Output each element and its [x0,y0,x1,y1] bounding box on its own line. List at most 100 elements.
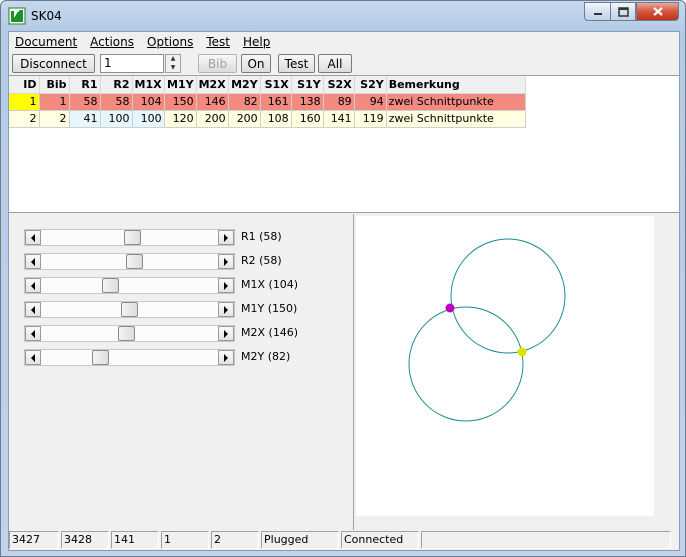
col-header-id[interactable]: ID [9,76,40,94]
scroll-left-button[interactable] [25,254,41,269]
slider-label: M1X (104) [241,278,299,291]
col-header-s1y[interactable]: S1Y [291,76,324,94]
table-row[interactable]: 1 1 58 58 104 150 146 82 161 138 89 94 z… [9,93,526,111]
cell-s2y[interactable]: 94 [354,93,387,111]
cell-m1x[interactable]: 100 [132,110,165,128]
intersection-point-2 [517,347,527,357]
cell-s2x[interactable]: 89 [323,93,355,111]
data-grid-panel: ID Bib R1 R2 M1X M1Y M2X M2Y S1X S1Y S2X… [9,75,679,213]
scroll-thumb[interactable] [102,278,119,293]
scrollbar[interactable] [24,253,235,270]
cell-id[interactable]: 1 [9,93,40,111]
cell-s1x[interactable]: 108 [260,110,292,128]
on-button[interactable]: On [241,54,271,73]
menu-test[interactable]: Test [206,35,230,49]
cell-m1y[interactable]: 150 [164,93,197,111]
scroll-left-button[interactable] [25,302,41,317]
cell-bemerkung[interactable]: zwei Schnittpunkte [386,93,526,111]
slider-m2x[interactable]: M2X (146) [24,325,334,343]
scroll-left-button[interactable] [25,326,41,341]
scroll-right-button[interactable] [218,230,234,245]
scroll-thumb[interactable] [126,254,143,269]
scroll-thumb[interactable] [92,350,109,365]
arrow-right-icon [224,305,228,314]
col-header-m1y[interactable]: M1Y [164,76,197,94]
col-header-r2[interactable]: R2 [100,76,133,94]
col-header-r1[interactable]: R1 [69,76,101,94]
col-header-bemerkung[interactable]: Bemerkung [386,76,526,94]
col-header-m1x[interactable]: M1X [132,76,165,94]
col-header-m2y[interactable]: M2Y [228,76,261,94]
menu-help[interactable]: Help [243,35,270,49]
drawing-canvas[interactable] [356,216,654,516]
scroll-thumb[interactable] [124,230,141,245]
scroll-right-button[interactable] [218,326,234,341]
slider-label: R2 (58) [241,254,282,267]
scrollbar[interactable] [24,325,235,342]
cell-r2[interactable]: 100 [100,110,133,128]
bib-button[interactable]: Bib [198,54,237,73]
slider-m1x[interactable]: M1X (104) [24,277,334,295]
cell-id[interactable]: 2 [9,110,40,128]
scroll-left-button[interactable] [25,278,41,293]
scrollbar[interactable] [24,229,235,246]
cell-s2x[interactable]: 141 [323,110,355,128]
minimize-button[interactable] [584,2,610,21]
cell-r1[interactable]: 41 [69,110,101,128]
minimize-icon [593,12,602,15]
col-header-s1x[interactable]: S1X [260,76,292,94]
close-button[interactable] [636,2,679,21]
cell-m1y[interactable]: 120 [164,110,197,128]
scroll-thumb[interactable] [121,302,138,317]
cell-bib[interactable]: 2 [39,110,70,128]
scroll-right-button[interactable] [218,254,234,269]
menu-document[interactable]: Document [15,35,77,49]
spin-down-icon[interactable]: ▼ [166,64,180,73]
col-header-s2x[interactable]: S2X [323,76,355,94]
cell-bib[interactable]: 1 [39,93,70,111]
cell-m2y[interactable]: 82 [228,93,261,111]
data-grid: ID Bib R1 R2 M1X M1Y M2X M2Y S1X S1Y S2X… [9,76,526,128]
spin-input[interactable]: 1 [100,54,164,73]
maximize-button[interactable] [610,2,636,21]
scrollbar[interactable] [24,277,235,294]
menu-options[interactable]: Options [147,35,193,49]
cell-m1x[interactable]: 104 [132,93,165,111]
cell-m2y[interactable]: 200 [228,110,261,128]
toolbar: Disconnect 1 ▲ ▼ Bib On Test All [9,53,679,74]
scroll-left-button[interactable] [25,230,41,245]
cell-r1[interactable]: 58 [69,93,101,111]
disconnect-button[interactable]: Disconnect [12,54,95,73]
scrollbar[interactable] [24,349,235,366]
cell-m2x[interactable]: 200 [196,110,229,128]
cell-s1y[interactable]: 138 [291,93,324,111]
cell-s1x[interactable]: 161 [260,93,292,111]
cell-m2x[interactable]: 146 [196,93,229,111]
slider-r1[interactable]: R1 (58) [24,229,334,247]
scroll-right-button[interactable] [218,278,234,293]
slider-m1y[interactable]: M1Y (150) [24,301,334,319]
cell-r2[interactable]: 58 [100,93,133,111]
slider-m2y[interactable]: M2Y (82) [24,349,334,367]
app-icon [8,7,26,25]
cell-bemerkung[interactable]: zwei Schnittpunkte [386,110,526,128]
scroll-right-button[interactable] [218,302,234,317]
col-header-bib[interactable]: Bib [39,76,70,94]
cell-s1y[interactable]: 160 [291,110,324,128]
cell-s2y[interactable]: 119 [354,110,387,128]
scroll-left-button[interactable] [25,350,41,365]
test-button[interactable]: Test [278,54,315,73]
spin-buttons[interactable]: ▲ ▼ [165,54,181,73]
scrollbar[interactable] [24,301,235,318]
col-header-m2x[interactable]: M2X [196,76,229,94]
slider-r2[interactable]: R2 (58) [24,253,334,271]
arrow-left-icon [31,329,35,338]
scroll-right-button[interactable] [218,350,234,365]
menu-actions[interactable]: Actions [90,35,134,49]
table-row[interactable]: 2 2 41 100 100 120 200 200 108 160 141 1… [9,110,526,128]
col-header-s2y[interactable]: S2Y [354,76,387,94]
title-bar[interactable]: SK04 [1,1,685,31]
scroll-thumb[interactable] [118,326,135,341]
all-button[interactable]: All [318,54,352,73]
spin-up-icon[interactable]: ▲ [166,55,180,64]
